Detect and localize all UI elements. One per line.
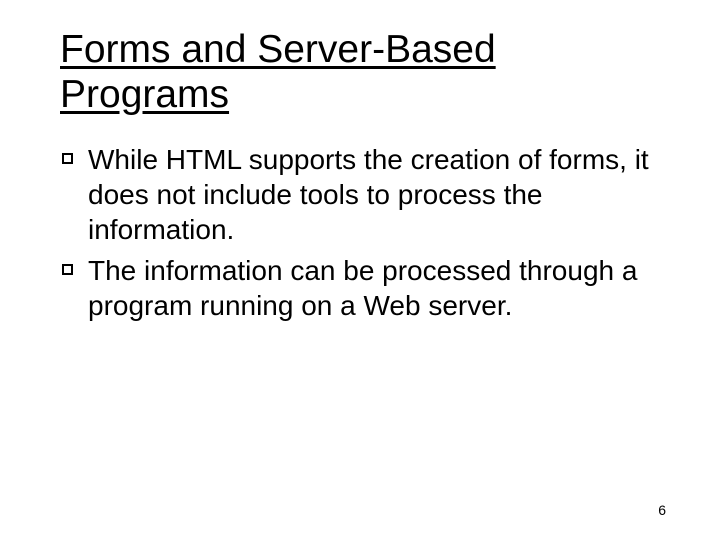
list-item: While HTML supports the creation of form… <box>60 142 660 247</box>
slide-title: Forms and Server-Based Programs <box>60 28 660 118</box>
slide: Forms and Server-Based Programs While HT… <box>0 0 720 540</box>
bullet-text: While HTML supports the creation of form… <box>88 144 649 245</box>
bullet-list: While HTML supports the creation of form… <box>60 142 660 323</box>
square-bullet-icon <box>62 264 73 275</box>
list-item: The information can be processed through… <box>60 253 660 323</box>
square-bullet-icon <box>62 153 73 164</box>
page-number: 6 <box>658 502 666 518</box>
bullet-text: The information can be processed through… <box>88 255 637 321</box>
